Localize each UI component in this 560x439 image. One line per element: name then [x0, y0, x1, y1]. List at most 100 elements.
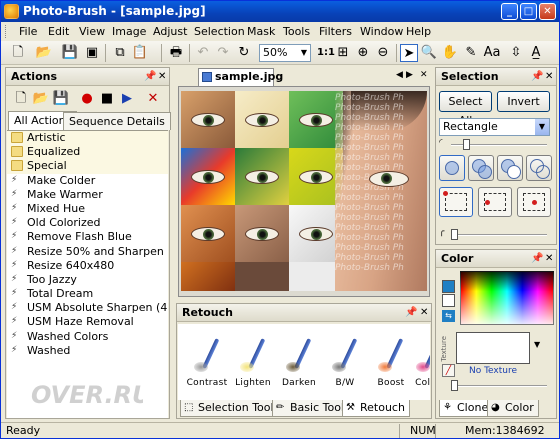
play-icon[interactable]: ▶ — [118, 90, 136, 108]
minimize-button[interactable]: _ — [501, 3, 518, 20]
menu-window[interactable]: Window — [360, 25, 403, 38]
action-folder[interactable]: Special — [7, 159, 168, 174]
action-item[interactable]: ⚡ Resize 50% and Sharpen — [7, 245, 168, 259]
retouch-tool-contrast[interactable]: Contrast — [182, 324, 232, 398]
pointer-icon[interactable]: ➤ — [400, 44, 418, 62]
image-canvas[interactable]: Photo-Brush Ph Photo-Brush Ph Photo-Brush … — [181, 91, 427, 291]
redo-icon[interactable]: ↷ — [214, 44, 232, 62]
close-icon[interactable]: ✕ — [545, 250, 553, 267]
select-all-button[interactable]: Select All — [439, 91, 492, 127]
swap-colors-icon[interactable]: ⇆ — [442, 310, 455, 322]
foreground-color-swatch[interactable] — [442, 280, 455, 293]
action-folder[interactable]: Equalized — [7, 145, 168, 160]
feather-slider[interactable]: ◜ — [439, 138, 553, 150]
action-item[interactable]: ⚡ Old Colorized — [7, 216, 168, 230]
scroll-icon[interactable]: ⇳ — [507, 44, 525, 62]
save-icon[interactable]: 💾 — [61, 44, 79, 62]
maximize-button[interactable]: □ — [520, 3, 537, 20]
close-icon[interactable]: ✕ — [420, 304, 428, 321]
menu-image[interactable]: Image — [112, 25, 146, 38]
close-document-icon[interactable]: ✕ — [420, 70, 428, 80]
anchor-corner-mode[interactable] — [439, 187, 473, 217]
intersect-selection-mode[interactable] — [526, 155, 552, 181]
menu-file[interactable]: File — [19, 25, 37, 38]
text-icon[interactable]: Aa — [483, 44, 501, 62]
background-color-swatch[interactable] — [442, 294, 455, 307]
undo-icon[interactable]: ↶ — [194, 44, 212, 62]
action-item[interactable]: ⚡ Total Dream — [7, 287, 168, 301]
save-as-icon[interactable]: ▣ — [83, 44, 101, 62]
tab-selection-tools[interactable]: ⬚ Selection Tools — [180, 400, 285, 417]
document-tab[interactable]: sample.jpg — [198, 68, 283, 86]
invert-button[interactable]: Invert — [497, 91, 550, 112]
retouch-tool-colori[interactable]: Colori — [404, 324, 430, 398]
action-item[interactable]: ⚡ USM Absolute Sharpen (4pass) — [7, 301, 168, 315]
open-icon[interactable]: 📂 — [35, 44, 53, 62]
new-action-icon[interactable]: 🗋 — [12, 90, 30, 108]
chevron-down-icon[interactable]: ▼ — [534, 340, 540, 349]
open-action-icon[interactable]: 📂 — [32, 90, 50, 108]
zoom-select[interactable]: 50% ▼ — [259, 44, 311, 62]
close-button[interactable]: ✕ — [539, 3, 556, 20]
slider-knob[interactable] — [463, 139, 470, 150]
shape-select[interactable]: Rectangle ▼ — [439, 118, 550, 136]
action-item[interactable]: ⚡ Resize 640x480 — [7, 259, 168, 273]
text-tool-icon[interactable]: A̲ — [527, 44, 545, 62]
menu-view[interactable]: View — [79, 25, 105, 38]
action-item[interactable]: ⚡ Too Jazzy — [7, 273, 168, 287]
record-icon[interactable]: ● — [78, 90, 96, 108]
new-icon[interactable]: 🗋 — [9, 44, 27, 62]
repeat-icon[interactable]: ↻ — [235, 44, 253, 62]
zoom-in-icon[interactable]: ⊕ — [354, 44, 372, 62]
retouch-tool-darken[interactable]: Darken — [274, 324, 324, 398]
pin-icon[interactable]: 📌 — [531, 68, 543, 85]
action-item[interactable]: ⚡ Mixed Hue — [7, 202, 168, 216]
hand-icon[interactable]: ✋ — [441, 44, 459, 62]
action-item[interactable]: ⚡ Washed — [7, 344, 168, 358]
menu-tools[interactable]: Tools — [283, 25, 310, 38]
close-icon[interactable]: ✕ — [545, 68, 553, 85]
action-item[interactable]: ⚡ Remove Flash Blue — [7, 230, 168, 244]
retouch-tool-bw[interactable]: B/W — [320, 324, 370, 398]
actual-size-button[interactable]: 1:1 — [317, 47, 335, 58]
copy-icon[interactable]: ⧉ — [111, 44, 129, 62]
chevron-down-icon[interactable]: ▼ — [298, 45, 310, 61]
action-item[interactable]: ⚡ Make Warmer — [7, 188, 168, 202]
round-corner-slider[interactable]: ╭ — [439, 227, 553, 240]
subtract-selection-mode[interactable] — [497, 155, 523, 181]
delete-icon[interactable]: ✕ — [144, 90, 162, 108]
menu-adjust[interactable]: Adjust — [153, 25, 187, 38]
menu-help[interactable]: Help — [406, 25, 431, 38]
pin-icon[interactable]: 📌 — [405, 304, 417, 321]
anchor-center-mode[interactable] — [478, 187, 512, 217]
anchor-full-mode[interactable] — [517, 187, 551, 217]
eyedropper-icon[interactable]: ✎ — [462, 44, 480, 62]
slider-knob[interactable] — [451, 229, 458, 240]
no-texture-icon[interactable]: ╱ — [442, 364, 455, 377]
app-icon[interactable] — [4, 4, 19, 19]
tab-clone[interactable]: ⚘ Clone — [439, 400, 494, 417]
tab-next-icon[interactable]: ▶ — [406, 70, 413, 80]
pin-icon[interactable]: 📌 — [531, 250, 543, 267]
chevron-down-icon[interactable]: ▼ — [535, 119, 549, 135]
menu-mask[interactable]: Mask — [247, 25, 275, 38]
action-folder[interactable]: Artistic — [7, 131, 168, 146]
pin-icon[interactable]: 📌 — [144, 68, 156, 85]
close-icon[interactable]: ✕ — [158, 68, 166, 85]
tab-sequence-details[interactable]: Sequence Details — [63, 112, 171, 130]
menu-filters[interactable]: Filters — [319, 25, 352, 38]
menu-edit[interactable]: Edit — [48, 25, 69, 38]
new-selection-mode[interactable] — [439, 155, 465, 181]
slider-knob[interactable] — [451, 380, 458, 391]
save-action-icon[interactable]: 💾 — [52, 90, 70, 108]
tab-prev-icon[interactable]: ◀ — [396, 70, 403, 80]
action-item[interactable]: ⚡ Washed Colors — [7, 330, 168, 344]
tab-retouch[interactable]: ⚒ Retouch — [342, 400, 410, 417]
action-item[interactable]: ⚡ Make Colder — [7, 174, 168, 188]
magnifier-icon[interactable]: 🔍 — [420, 44, 438, 62]
add-selection-mode[interactable] — [468, 155, 494, 181]
paste-icon[interactable]: 📋 — [131, 44, 149, 62]
stop-icon[interactable]: ■ — [98, 90, 116, 108]
print-icon[interactable]: 🖶 — [167, 44, 185, 62]
menu-selection[interactable]: Selection — [194, 25, 245, 38]
